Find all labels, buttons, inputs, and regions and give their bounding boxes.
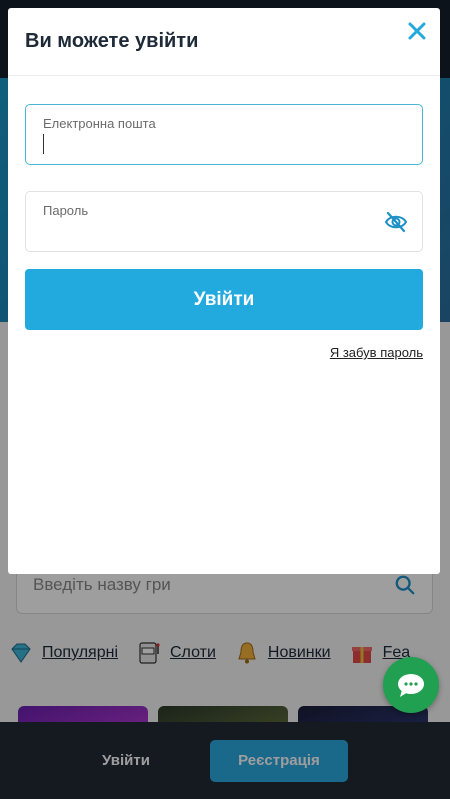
login-button[interactable]: Увійти [25, 269, 423, 330]
modal-title: Ви можете увійти [25, 30, 199, 52]
email-label: Електронна пошта [43, 116, 156, 131]
close-icon[interactable] [406, 20, 428, 42]
email-input[interactable] [42, 133, 382, 157]
eye-slash-icon[interactable] [384, 211, 408, 233]
login-modal: Ви можете увійти Електронна пошта Пароль… [8, 8, 440, 574]
chat-button[interactable] [383, 657, 439, 713]
modal-header: Ви можете увійти [8, 8, 440, 76]
password-label: Пароль [43, 203, 89, 218]
password-field[interactable]: Пароль [25, 191, 423, 252]
email-field[interactable]: Електронна пошта [25, 104, 423, 165]
forgot-password-link[interactable]: Я забув пароль [330, 345, 423, 360]
text-cursor [43, 134, 44, 154]
chat-icon [398, 674, 424, 697]
password-input[interactable] [42, 220, 382, 244]
